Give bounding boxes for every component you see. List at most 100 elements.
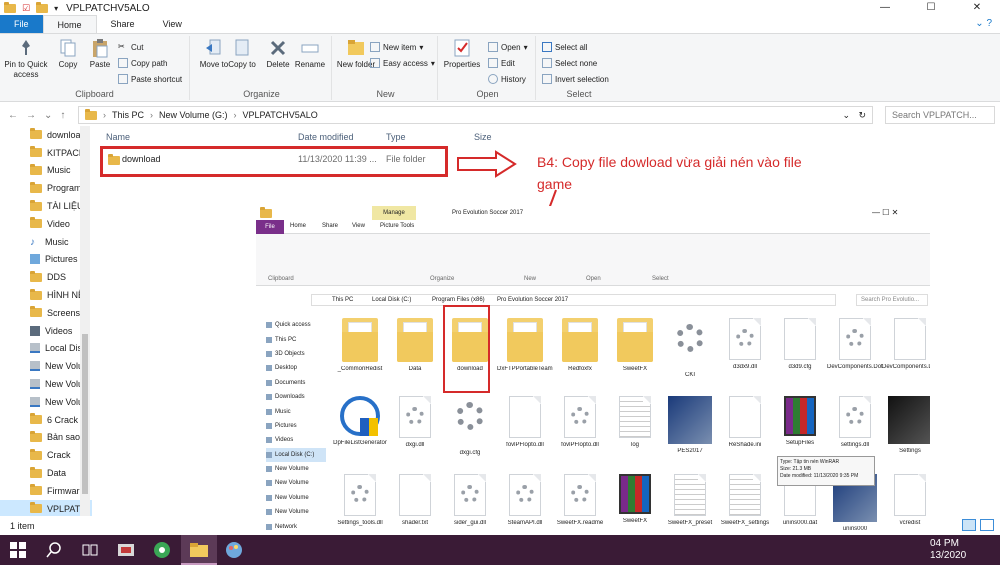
inner-nav-item: New Volume [266,462,326,476]
inner-file-label: ReShade.ini [728,442,762,448]
inner-file-item: dxgi.cfg [442,396,498,456]
inner-file-item: settings.dll [827,396,883,448]
document-icon [894,318,926,360]
folder-icon [397,318,433,362]
inner-breadcrumb-this-pc: This PC [332,297,354,303]
inner-file-item: CKI [662,318,718,378]
inner-tab-home: Home [290,223,307,229]
inner-nav-item: Downloads [266,390,326,404]
inner-nav-icon [266,394,272,401]
inner-file-item: SetupFiles [772,396,828,446]
folder-icon [342,318,378,362]
folder-icon [617,318,653,362]
inner-address-bar: This PC Local Disk (C:) Program Files (x… [311,294,836,306]
inner-file-label: DpFileListGenerator [333,440,387,446]
inner-file-label: unins000 [842,526,868,532]
inner-nav-item: Documents [266,376,326,390]
document-icon [894,474,926,516]
inner-tabs: File Home Share View Picture Tools [256,220,930,234]
task-view-icon[interactable] [78,540,102,560]
tooltip-line: Date modified: 11/13/2020 9:35 PM [780,473,859,479]
folder-icon [260,207,272,218]
search-icon[interactable] [42,540,66,560]
inner-file-label: SweetFX_settings [720,520,770,526]
inner-nav-icon [266,408,272,415]
inner-title-bar: Manage Pro Evolution Soccer 2017 — ☐ ✕ [256,206,930,220]
inner-file-label: CKI [684,372,695,378]
large-icons-view-icon[interactable] [980,519,994,531]
inner-group-organize: Organize [430,276,455,282]
inner-nav-icon [266,336,272,343]
annotation-text: B4: Copy file dowload vừa giải nén vào f… [537,154,802,192]
inner-nav-icon [266,480,272,487]
inner-nav-label: Music [275,408,291,415]
settings-file-icon [564,474,596,516]
browser-icon[interactable] [150,540,174,560]
inner-file-label: Data [408,366,422,372]
inner-window-controls: — ☐ ✕ [872,208,899,217]
inner-file-label: SweetFX.readme [556,520,604,526]
inner-file-label: shader.txt [401,520,428,526]
app-icon[interactable] [114,540,138,560]
inner-nav-label: Desktop [275,365,298,372]
inner-nav-icon [266,523,272,530]
clock-time: 04 PM [930,538,959,549]
tooltip-line: Type: Tập tin nén WinRAR [780,459,840,465]
inner-file-item: SteamAPI.dll [497,474,553,526]
inner-file-label: vcredist [899,520,921,526]
inner-tab-file: File [256,220,284,234]
inner-file-item: SweetFX.readme [552,474,608,526]
inner-nav-label: 3D Objects [275,350,305,357]
inner-file-label: sider_gui.dll [453,520,487,526]
inner-file-label: dxgi.cfg [459,450,481,456]
inner-file-item: d3dx9.dll [717,318,773,370]
inner-nav-icon [266,322,272,329]
inner-file-label: d3dx9.dll [732,364,758,370]
settings-file-icon [839,318,871,360]
inner-file-label: SweetFX [622,518,648,524]
windows-start-icon[interactable] [6,540,30,560]
inner-nav-icon [266,466,272,473]
folder-icon [507,318,543,362]
inner-nav-icon [266,509,272,516]
inner-file-item: DevComponents.DotNetBar2.dll [827,318,883,370]
file-explorer-window: ☑ ▾ VPLPATCHV5ALO — ☐ ✕ File Home Share … [0,0,1000,535]
inner-file-label: DevComponents.DotNetBar2.dll [827,364,883,370]
inner-tab-share: Share [322,223,339,229]
inner-file-item: Settings_tools.dll [332,474,388,526]
folder-icon [562,318,598,362]
inner-nav-label: Network [275,523,298,530]
paint-icon[interactable] [222,540,246,560]
inner-file-item: d3d9.cfg [772,318,828,370]
inner-nav-item: Local Disk (C:) [266,447,326,462]
inner-nav-icon [266,422,272,429]
inner-search-text: Search Pro Evolutio... [861,297,920,303]
details-view-icon[interactable] [962,519,976,531]
inner-nav-item: Network [266,519,326,533]
inner-file-label: log [630,442,639,448]
inner-file-label: fovlPFlopto.dll [506,442,544,448]
status-item-count: 1 item [10,521,35,531]
inner-file-label: dxgi.dll [405,442,425,448]
inner-file-item: SweetFX_preset [662,474,718,526]
inner-breadcrumb-pes: Pro Evolution Soccer 2017 [497,297,569,303]
settings-file-icon [839,396,871,438]
taskbar: 04 PM 13/2020 [0,535,1000,565]
game-app-icon [668,396,712,444]
taskbar-clock[interactable]: 04 PM 13/2020 [930,538,966,562]
winrar-archive-icon [619,474,651,514]
inner-file-item: SweetFX [607,474,663,524]
settings-app-icon [888,396,930,444]
document-icon [399,474,431,516]
inner-file-item: Data [387,318,443,372]
embedded-screenshot: Manage Pro Evolution Soccer 2017 — ☐ ✕ F… [256,206,930,535]
inner-file-item: Settings [882,396,930,454]
inner-file-item: log [607,396,663,448]
text-file-icon [674,474,706,516]
inner-nav-pane: Quick access This PC 3D Objects Desktop Docu… [266,318,326,534]
inner-ribbon: Clipboard Organize New Open Select [256,234,930,286]
inner-breadcrumb-local-disk: Local Disk (C:) [372,297,412,303]
inner-file-item: DevComponents.DotNetBar.dll [882,318,930,370]
file-explorer-icon[interactable] [187,540,211,560]
tooltip-line: Size: 21.3 MB [780,466,812,472]
